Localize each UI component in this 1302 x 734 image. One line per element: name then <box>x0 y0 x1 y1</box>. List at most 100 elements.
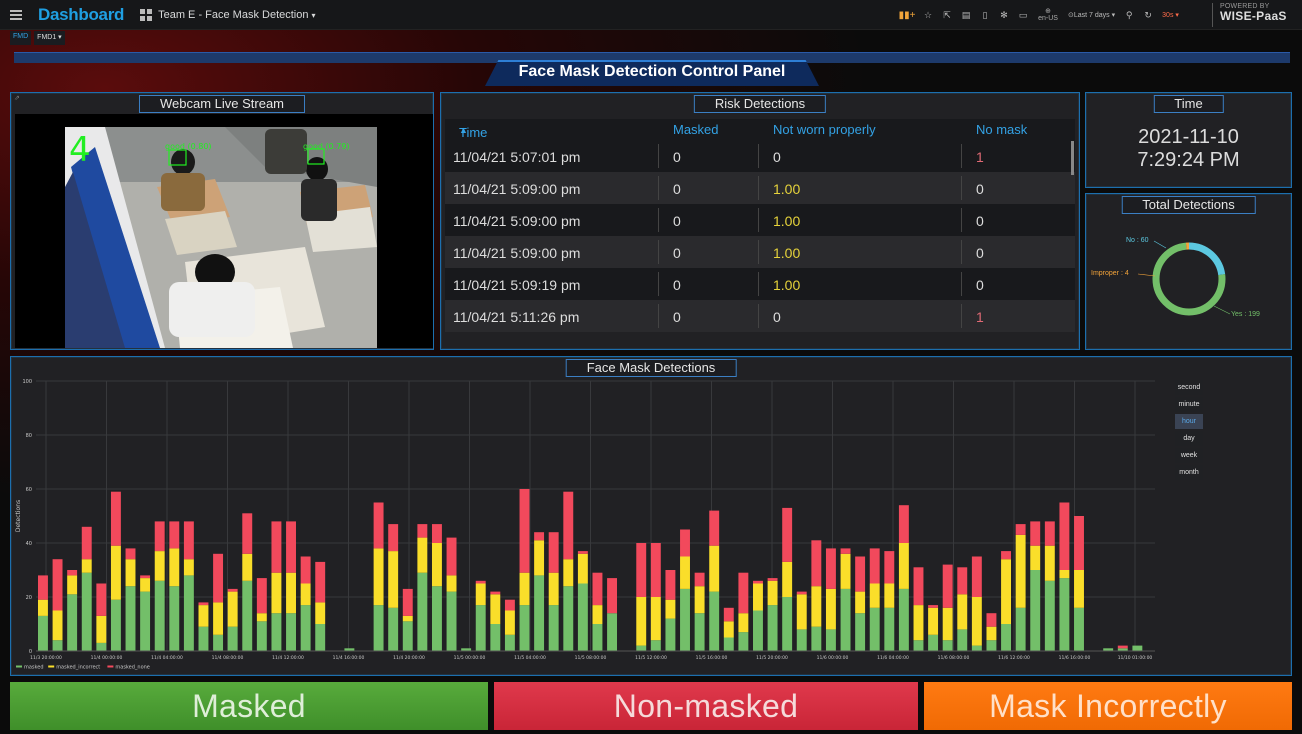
bar-masked_none[interactable] <box>519 489 530 573</box>
interval-second[interactable]: second <box>1175 380 1203 395</box>
bar-masked_none[interactable] <box>767 578 778 581</box>
bar-masked_none[interactable] <box>898 505 909 543</box>
bar-masked_incorrect[interactable] <box>183 559 194 576</box>
bar-masked_incorrect[interactable] <box>96 615 107 643</box>
bar-masked[interactable] <box>811 626 822 651</box>
bar-masked_none[interactable] <box>986 613 997 627</box>
bar-masked[interactable] <box>388 607 399 651</box>
bar-masked_none[interactable] <box>81 526 92 560</box>
bar-masked[interactable] <box>519 605 530 651</box>
bar-masked_incorrect[interactable] <box>417 537 428 573</box>
bar-masked_incorrect[interactable] <box>388 551 399 608</box>
bar-masked_none[interactable] <box>431 524 442 543</box>
bar-masked[interactable] <box>402 621 413 651</box>
bar-masked[interactable] <box>840 588 851 651</box>
bar-masked_incorrect[interactable] <box>709 545 720 592</box>
bar-masked_none[interactable] <box>154 521 165 552</box>
bar-masked_incorrect[interactable] <box>256 613 267 622</box>
non-masked-stat-button[interactable]: Non-masked <box>494 682 918 730</box>
bar-masked_incorrect[interactable] <box>592 605 603 624</box>
bar-masked_incorrect[interactable] <box>227 591 238 627</box>
bar-masked_none[interactable] <box>942 564 953 608</box>
bar-masked_none[interactable] <box>534 532 545 541</box>
bar-masked_incorrect[interactable] <box>665 599 676 619</box>
bar-masked_none[interactable] <box>504 599 515 611</box>
bar-masked_none[interactable] <box>928 605 939 608</box>
bar-masked[interactable] <box>782 597 793 651</box>
bar-masked_incorrect[interactable] <box>855 591 866 614</box>
bar-masked_incorrect[interactable] <box>957 594 968 630</box>
bar-masked_incorrect[interactable] <box>519 572 530 606</box>
bar-masked_none[interactable] <box>577 551 588 554</box>
bar-masked_none[interactable] <box>52 559 63 611</box>
bar-masked_incorrect[interactable] <box>1030 545 1041 570</box>
bar-masked[interactable] <box>650 640 661 651</box>
bar-masked[interactable] <box>38 615 48 651</box>
bar-masked_none[interactable] <box>227 588 238 592</box>
bar-masked[interactable] <box>286 613 296 651</box>
bar-masked_none[interactable] <box>957 567 968 595</box>
bar-masked_none[interactable] <box>1059 502 1070 571</box>
bar-masked_none[interactable] <box>592 572 603 606</box>
bar-masked_none[interactable] <box>417 524 428 538</box>
bar-masked_none[interactable] <box>855 556 866 592</box>
bar-masked[interactable] <box>577 583 588 652</box>
bar-masked_none[interactable] <box>548 532 559 573</box>
bar-masked_incorrect[interactable] <box>490 594 501 624</box>
bar-masked_incorrect[interactable] <box>38 599 48 616</box>
bar-masked[interactable] <box>898 588 909 651</box>
bar-masked[interactable] <box>534 575 545 651</box>
bar-masked[interactable] <box>825 629 836 651</box>
bar-masked_incorrect[interactable] <box>913 605 924 641</box>
bar-masked_none[interactable] <box>694 572 705 587</box>
interval-minute[interactable]: minute <box>1175 397 1203 412</box>
bar-masked[interactable] <box>446 591 457 651</box>
bar-masked_none[interactable] <box>198 602 209 606</box>
bar-masked_incorrect[interactable] <box>796 594 807 630</box>
bar-masked[interactable] <box>723 637 734 652</box>
bar-masked[interactable] <box>709 591 720 651</box>
mask-incorrect-stat-button[interactable]: Mask Incorrectly <box>924 682 1292 730</box>
bar-masked_incorrect[interactable] <box>548 572 559 606</box>
bar-masked_none[interactable] <box>782 507 793 562</box>
bar-masked[interactable] <box>548 605 559 651</box>
bar-masked_none[interactable] <box>1030 521 1041 546</box>
bar-masked[interactable] <box>315 624 326 651</box>
bar-masked_incorrect[interactable] <box>198 605 209 627</box>
bar-masked_incorrect[interactable] <box>81 559 92 573</box>
bar-masked_incorrect[interactable] <box>1015 534 1026 608</box>
bar-masked[interactable] <box>986 640 997 651</box>
bar-masked[interactable] <box>869 607 880 651</box>
bar-masked_incorrect[interactable] <box>140 578 151 592</box>
bar-masked[interactable] <box>256 621 267 651</box>
interval-hour[interactable]: hour <box>1175 414 1203 429</box>
bar-masked[interactable] <box>110 599 121 651</box>
bar-masked_incorrect[interactable] <box>402 615 413 622</box>
bar-masked_none[interactable] <box>884 551 895 584</box>
bar-masked_none[interactable] <box>723 607 734 622</box>
bar-masked[interactable] <box>1132 645 1143 651</box>
bar-masked[interactable] <box>417 572 428 651</box>
bar-masked_incorrect[interactable] <box>110 545 121 600</box>
bar-masked_incorrect[interactable] <box>825 588 836 630</box>
bar-masked_incorrect[interactable] <box>271 572 282 614</box>
bar-masked_none[interactable] <box>607 578 618 614</box>
bar-masked[interactable] <box>607 613 618 651</box>
bar-masked_none[interactable] <box>680 529 690 557</box>
legend-label[interactable]: masked <box>24 665 44 671</box>
bar-masked[interactable] <box>957 629 968 651</box>
bar-masked_none[interactable] <box>388 524 399 552</box>
bar-masked_none[interactable] <box>811 540 822 587</box>
bar-masked_none[interactable] <box>738 572 749 614</box>
bar-masked[interactable] <box>81 572 92 651</box>
bar-masked_none[interactable] <box>1044 521 1055 546</box>
bar-masked[interactable] <box>140 591 151 651</box>
bar-masked_incorrect[interactable] <box>286 572 296 614</box>
bar-masked_none[interactable] <box>213 553 224 603</box>
bar-masked_none[interactable] <box>825 548 836 589</box>
bar-masked_none[interactable] <box>286 521 296 573</box>
bar-masked[interactable] <box>680 588 690 651</box>
bar-masked_incorrect[interactable] <box>723 621 734 638</box>
bar-masked[interactable] <box>52 640 63 651</box>
bar-masked_incorrect[interactable] <box>577 553 588 584</box>
